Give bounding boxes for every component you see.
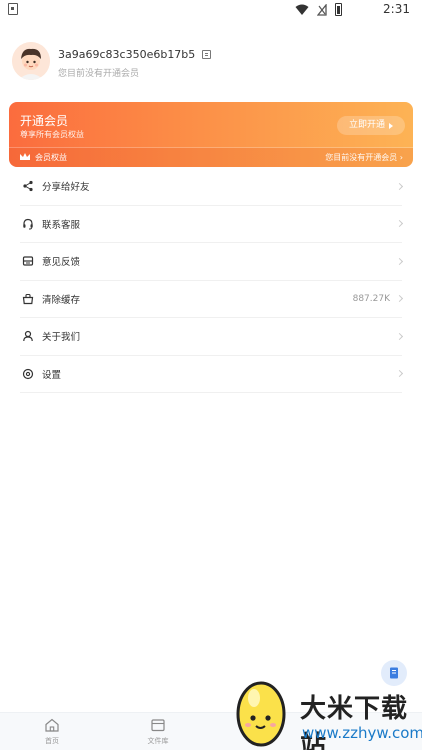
- tab-file-library-label: 文件库: [147, 737, 169, 745]
- settings-menu: 分享给好友 联系客服 意见反馈 清除缓存 887.27K 关于我们 设置: [20, 168, 404, 393]
- menu-label-share: 分享给好友: [42, 182, 90, 194]
- status-time: 2:31: [383, 2, 410, 16]
- menu-item-clear-cache[interactable]: 清除缓存 887.27K: [20, 281, 404, 318]
- menu-item-settings[interactable]: 设置: [20, 356, 404, 393]
- battery-icon: [335, 3, 342, 16]
- activate-vip-label: 立即开通: [348, 120, 385, 130]
- membership-status: 您目前没有开通会员: [58, 69, 140, 79]
- vip-card[interactable]: 开通会员 尊享所有会员权益 立即开通 会员权益 您目前没有开通会员 ›: [9, 102, 413, 167]
- notification-icon: [8, 3, 18, 15]
- feedback-icon: [22, 255, 34, 267]
- tab-home-label: 首页: [45, 737, 59, 745]
- vip-title: 开通会员: [20, 114, 69, 128]
- chevron-right-icon: [395, 257, 404, 265]
- menu-label-customer-service: 联系客服: [42, 219, 81, 231]
- tab-home[interactable]: 首页: [22, 717, 82, 746]
- profile-header[interactable]: 3a9a69c83c350e6b17b5 您目前没有开通会员: [12, 42, 412, 84]
- menu-label-clear-cache: 清除缓存: [42, 294, 81, 306]
- activate-vip-button[interactable]: 立即开通: [336, 116, 405, 135]
- menu-label-about: 关于我们: [42, 332, 81, 344]
- copy-icon[interactable]: [202, 50, 212, 59]
- cache-size: 887.27K: [352, 293, 390, 304]
- home-icon: [45, 718, 59, 732]
- watermark: 大米下载站 www.zzhyw.com: [232, 672, 422, 750]
- crown-icon: [20, 153, 30, 160]
- chevron-right-icon: [395, 332, 404, 340]
- wifi-icon: [295, 4, 309, 15]
- user-id-row: 3a9a69c83c350e6b17b5: [58, 48, 212, 61]
- watermark-url: www.zzhyw.com: [302, 724, 422, 742]
- status-icons: [295, 3, 342, 16]
- avatar-image: [12, 42, 50, 80]
- share-icon: [22, 180, 34, 192]
- menu-label-feedback: 意见反馈: [42, 257, 81, 269]
- menu-item-feedback[interactable]: 意见反馈: [20, 243, 404, 281]
- file-library-icon: [151, 719, 165, 732]
- no-signal-icon: [317, 3, 327, 16]
- chevron-right-icon: [395, 182, 404, 190]
- user-id: 3a9a69c83c350e6b17b5: [58, 48, 196, 61]
- chevron-right-icon: [395, 295, 404, 303]
- tab-file-library[interactable]: 文件库: [128, 717, 188, 746]
- settings-icon: [22, 368, 34, 380]
- menu-item-about[interactable]: 关于我们: [20, 318, 404, 356]
- chevron-right-icon: [395, 370, 404, 378]
- rice-mascot-logo: [236, 681, 286, 747]
- vip-subtitle: 尊享所有会员权益: [20, 130, 84, 139]
- menu-item-customer-service[interactable]: 联系客服: [20, 206, 404, 243]
- menu-item-share[interactable]: 分享给好友: [20, 168, 404, 206]
- menu-label-settings: 设置: [42, 369, 62, 381]
- vip-rights-label: 会员权益: [35, 153, 67, 162]
- status-bar: 2:31: [0, 0, 422, 20]
- avatar[interactable]: [12, 42, 50, 80]
- user-icon: [22, 330, 34, 342]
- clear-cache-icon: [22, 293, 34, 305]
- vip-status-link[interactable]: 您目前没有开通会员 ›: [325, 152, 403, 163]
- chevron-right-icon: [395, 220, 404, 228]
- headset-icon: [22, 218, 34, 230]
- play-arrow-icon: [389, 122, 393, 129]
- vip-rights-bar[interactable]: 会员权益 您目前没有开通会员 ›: [9, 148, 413, 167]
